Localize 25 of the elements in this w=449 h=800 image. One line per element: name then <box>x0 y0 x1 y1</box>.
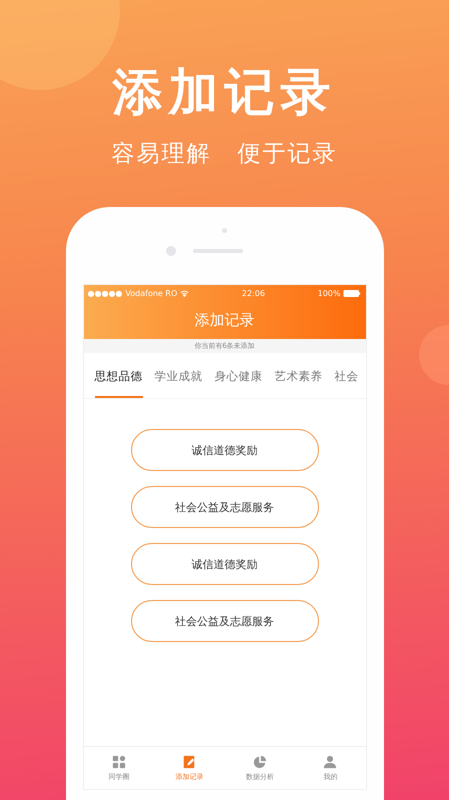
battery-icon <box>343 290 362 296</box>
sensor-dot <box>166 246 176 256</box>
tagline: 容易理解 <box>112 140 212 169</box>
option-button[interactable]: 社会公益及志愿服务 <box>130 600 318 642</box>
signal-dots: ●●●●● <box>88 288 122 298</box>
pie-chart-icon <box>252 754 267 768</box>
option-button[interactable]: 诚信道德奖励 <box>130 429 318 471</box>
clock-time: 22:06 <box>242 288 265 298</box>
category-tab[interactable]: 思想品德 <box>94 357 142 398</box>
person-icon <box>323 754 338 768</box>
battery-percent: 100% <box>318 288 340 298</box>
camera-dot <box>222 228 227 233</box>
carrier-name: Vodafone RO <box>125 288 178 298</box>
category-tab[interactable]: 学业成就 <box>154 357 202 398</box>
option-button[interactable]: 诚信道德奖励 <box>130 543 318 585</box>
screen-title: 添加记录 <box>194 310 256 331</box>
tagline: 便于记录 <box>238 140 338 169</box>
grid-icon <box>112 754 126 768</box>
wifi-icon <box>180 290 190 296</box>
option-button[interactable]: 社会公益及志愿服务 <box>130 486 318 528</box>
notebook-icon <box>182 754 196 768</box>
headline: 添加记录 <box>112 62 336 122</box>
category-tab[interactable]: 社会 <box>334 357 358 398</box>
category-tab[interactable]: 身心健康 <box>214 357 262 398</box>
category-tab[interactable]: 艺术素养 <box>274 357 322 398</box>
